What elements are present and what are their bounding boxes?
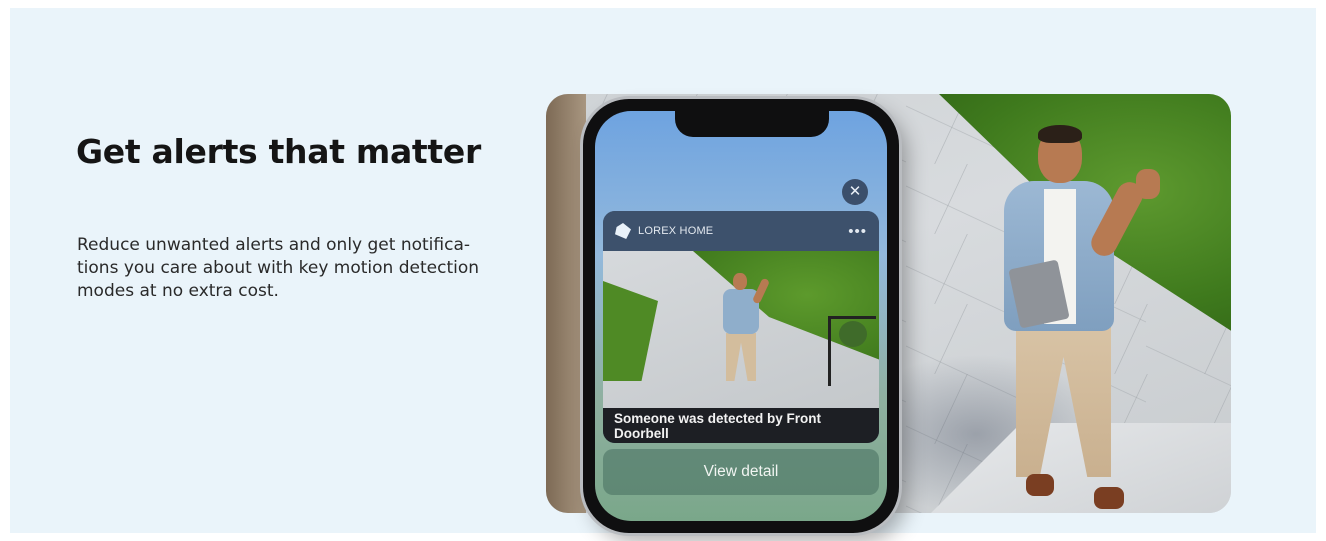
motion-notification[interactable]: LOREX HOME ••• Someone was detected by F… [603,211,879,443]
snapshot-lawn-left [603,281,658,381]
snapshot-plant [839,321,867,347]
man-hair [1038,125,1082,143]
close-icon[interactable]: ✕ [842,179,868,205]
house-wall [546,94,586,513]
snapshot-person [713,273,773,398]
notification-header: LOREX HOME ••• [603,211,879,251]
man-legs [1016,327,1111,477]
man-shoe-left [1026,474,1054,496]
section-description: Reduce unwanted alerts and only get noti… [77,235,480,301]
notification-snapshot [603,251,879,408]
snapshot-person-legs [726,333,756,381]
section-title: Get alerts that matter [76,132,481,171]
smartphone: ✕ LOREX HOME ••• Someone was detected by… [583,99,899,533]
snapshot-person-head [733,273,747,290]
man-shoe-right [1094,487,1124,509]
phone-notch [675,111,829,137]
notification-message: Someone was detected by Front Doorbell [603,408,879,443]
view-detail-button[interactable]: View detail [603,449,879,495]
man-hand [1136,169,1160,199]
lorex-logo-icon [615,223,631,239]
ellipsis-icon[interactable]: ••• [848,223,867,240]
waving-man [986,125,1186,509]
notification-app-name: LOREX HOME [638,225,714,237]
